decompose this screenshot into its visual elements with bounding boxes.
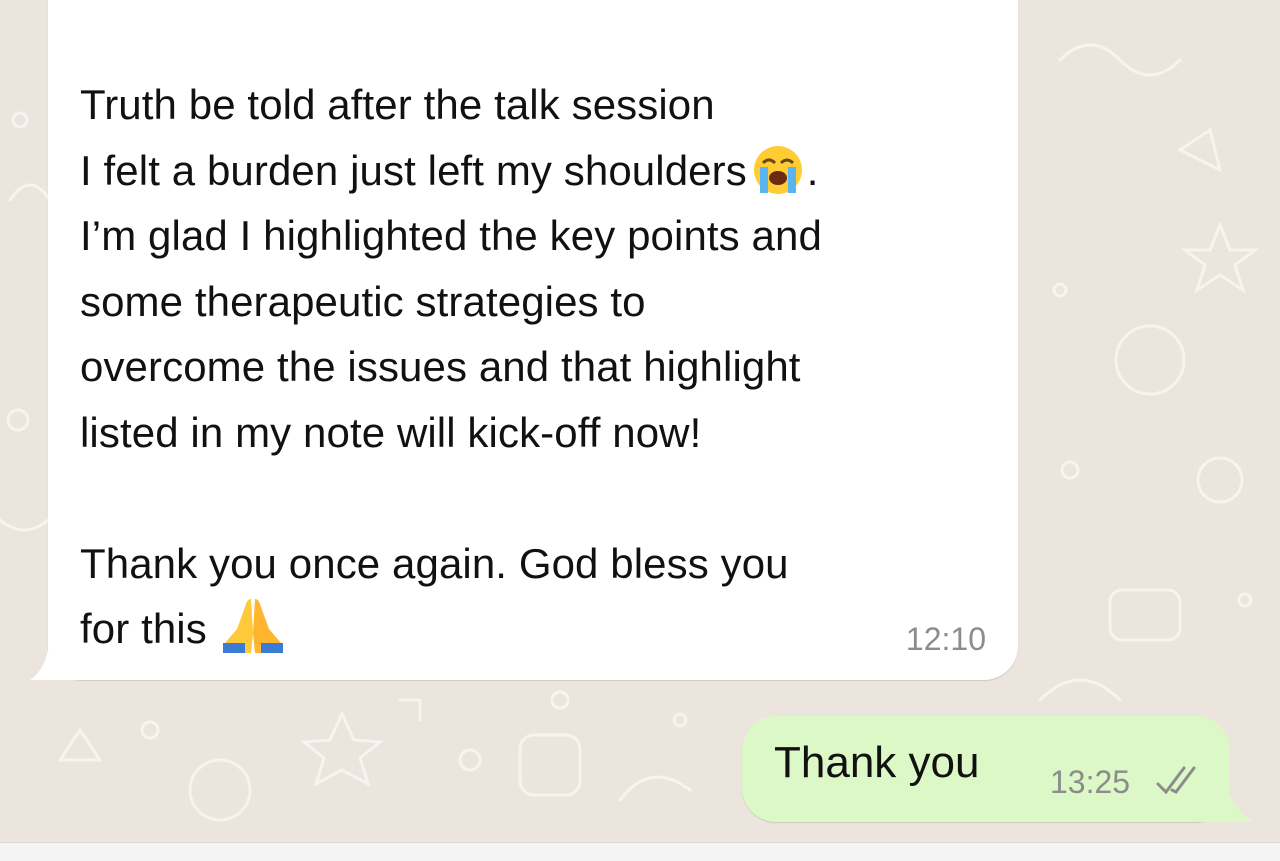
message-line: overcome the issues and that highlight (80, 343, 801, 390)
outgoing-bubble-tail (1200, 780, 1254, 822)
outgoing-message-bubble[interactable]: Thank you 13:25 (742, 716, 1230, 822)
incoming-message-text: Truth be told after the talk session I f… (80, 72, 1010, 662)
message-line: Thank you once again. God bless you (80, 539, 789, 587)
crying-face-emoji (753, 145, 802, 194)
double-check-read-icon (1156, 766, 1196, 795)
outgoing-message-time: 13:25 (1050, 764, 1131, 800)
message-line: Truth be told after the talk session (80, 81, 715, 128)
message-line: listed in my note will kick-off now! (80, 408, 702, 456)
incoming-message-bubble[interactable]: Truth be told after the talk session I f… (48, 0, 1018, 680)
outgoing-message-text: Thank you (774, 738, 980, 787)
message-line: I’m glad I highlighted the key points an… (80, 212, 822, 259)
incoming-bubble-tail (30, 640, 80, 680)
incoming-message-time: 12:10 (905, 621, 986, 657)
message-line: some therapeutic strategies to (80, 277, 646, 325)
message-line: I felt a burden just left my shoulders (80, 146, 747, 194)
message-line: for this (80, 605, 219, 652)
folded-hands-emoji (222, 599, 283, 653)
message-period: . (806, 146, 819, 194)
bottom-bar (0, 842, 1280, 861)
